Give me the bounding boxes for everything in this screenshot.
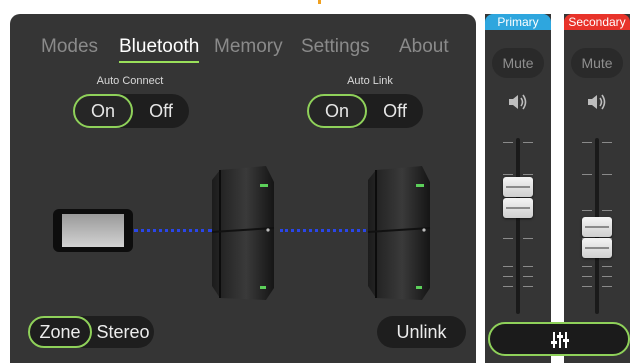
fader-tick [503,142,513,143]
auto-connect-toggle: On Off [73,94,189,128]
primary-channel-strip: Primary Mute [485,14,551,363]
auto-link-off[interactable]: Off [367,94,423,128]
auto-connect-off[interactable]: Off [133,94,189,128]
fader-tick [602,266,612,267]
fader-tick [503,238,513,239]
secondary-fader-knob-shadow [582,238,612,259]
fader-tick [503,276,513,277]
primary-fader-track[interactable] [516,138,520,314]
secondary-fader-knob[interactable] [582,217,612,238]
primary-speaker-volume-icon [509,94,527,110]
fader-tick [503,174,513,175]
tab-modes[interactable]: Modes [41,36,98,58]
fader-tick [602,286,612,287]
tab-memory[interactable]: Memory [214,36,283,58]
fader-tick [582,266,592,267]
secondary-channel-label: Secondary [564,14,630,30]
tab-settings-label: Settings [301,36,370,57]
auto-link-toggle: On Off [307,94,423,128]
fader-tick [503,286,513,287]
tab-about-label: About [399,36,449,57]
fader-tick [523,238,533,239]
tab-settings[interactable]: Settings [301,36,370,58]
tab-memory-label: Memory [214,36,283,57]
phone-screen [62,214,124,247]
fader-tick [582,286,592,287]
tab-bar: Modes Bluetooth Memory Settings About [10,36,476,66]
mixer-sliders-icon [551,332,569,348]
unlink-button[interactable]: Unlink [377,316,466,348]
secondary-channel-strip: Secondary Mute [564,14,630,363]
tab-modes-label: Modes [41,36,99,57]
tab-about[interactable]: About [399,36,449,58]
phone-icon [53,209,133,252]
fader-tick [582,142,592,143]
fader-tick [602,174,612,175]
app-window: Modes Bluetooth Memory Settings About Au… [0,0,632,363]
fader-tick [523,174,533,175]
fader-tick [602,210,612,211]
mixer-button[interactable] [488,322,630,356]
primary-mute-button[interactable]: Mute [492,48,544,78]
main-panel: Modes Bluetooth Memory Settings About Au… [10,14,476,363]
phone-link-dots [134,229,212,232]
auto-connect-on[interactable]: On [73,94,133,128]
zone-stereo-toggle: Zone Stereo [28,316,154,348]
auto-connect-label: Auto Connect [96,75,164,87]
fader-tick [582,276,592,277]
fader-tick [582,210,592,211]
primary-channel-label: Primary [485,14,551,30]
active-tab-underline [119,61,200,63]
secondary-speaker-volume-icon [588,94,606,110]
top-indicator [318,0,321,4]
secondary-mute-button[interactable]: Mute [571,48,623,78]
fader-tick [602,142,612,143]
primary-fader-knob-shadow [503,197,533,218]
primary-speaker-icon [211,166,275,300]
stereo-option[interactable]: Stereo [94,316,152,348]
fader-tick [503,266,513,267]
fader-tick [523,142,533,143]
zone-option[interactable]: Zone [28,316,92,348]
tab-bluetooth[interactable]: Bluetooth [119,36,200,63]
speaker-link-dots [280,229,372,232]
tab-bluetooth-label: Bluetooth [119,36,200,57]
connection-diagram [10,164,476,314]
auto-link-label: Auto Link [347,75,393,87]
fader-tick [523,276,533,277]
fader-tick [523,286,533,287]
fader-tick [523,266,533,267]
fader-tick [582,174,592,175]
secondary-speaker-icon [367,166,431,300]
auto-link-on[interactable]: On [307,94,367,128]
primary-fader-knob[interactable] [503,176,533,197]
fader-tick [602,276,612,277]
